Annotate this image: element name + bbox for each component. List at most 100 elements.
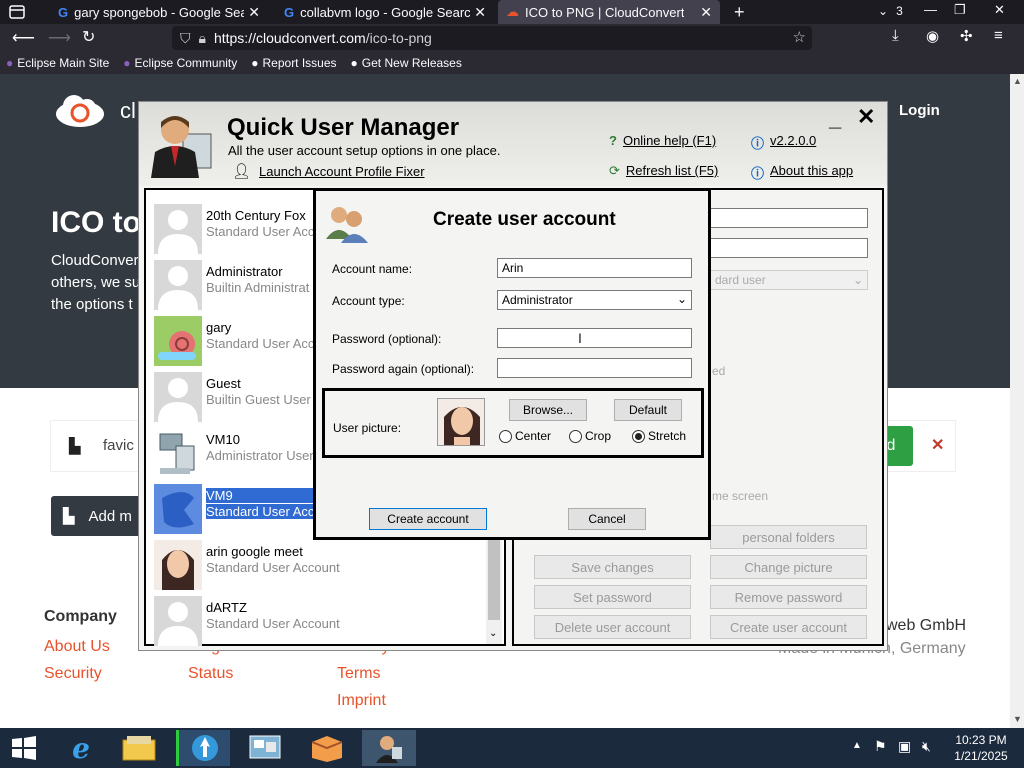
photo-avatar bbox=[154, 540, 202, 590]
footer-terms[interactable]: Terms bbox=[337, 665, 381, 683]
bookmark-report-issues[interactable]: ● Report Issues bbox=[251, 56, 336, 70]
tab-overflow-button[interactable]: ⌄ 3 bbox=[878, 4, 903, 18]
footer-imprint[interactable]: Imprint bbox=[337, 692, 386, 710]
account-icon[interactable]: ◉ bbox=[926, 27, 939, 45]
taskbar-ie[interactable]: e bbox=[54, 730, 108, 766]
remove-file-icon[interactable]: ✕ bbox=[931, 435, 944, 455]
qum-subtitle: All the user account setup options in on… bbox=[228, 143, 501, 158]
archive-icon bbox=[311, 736, 343, 762]
refresh-list-link[interactable]: ⟳ Refresh list (F5) bbox=[609, 163, 718, 179]
network-icon[interactable]: ▣ bbox=[898, 738, 911, 755]
delete-user-account-button[interactable]: Delete user account bbox=[534, 615, 691, 639]
cancel-button[interactable]: Cancel bbox=[568, 508, 646, 530]
taskbar-explorer[interactable] bbox=[112, 730, 166, 766]
online-help-link[interactable]: ? Online help (F1) bbox=[609, 133, 716, 148]
refresh-icon: ⟳ bbox=[609, 163, 620, 178]
personal-folders-button[interactable]: personal folders bbox=[710, 525, 867, 549]
menu-icon[interactable]: ≡ bbox=[994, 27, 1003, 44]
bookmark-get-new-releases[interactable]: ● Get New Releases bbox=[351, 56, 462, 70]
taskbar-control-panel[interactable] bbox=[238, 730, 292, 766]
forward-arrow-icon[interactable]: ⟶ bbox=[48, 28, 71, 48]
list-item-user[interactable]: dARTZ Standard User Account bbox=[154, 594, 489, 648]
taskbar-quick-user-manager[interactable] bbox=[362, 730, 416, 766]
restore-window-button[interactable]: ❐ bbox=[954, 2, 966, 18]
list-item-user[interactable]: arin google meet Standard User Account bbox=[154, 538, 489, 592]
tab-cloudconvert[interactable]: ☁ ICO to PNG | CloudConvert ✕ bbox=[498, 0, 720, 24]
bookmark-star-icon[interactable]: ☆ bbox=[793, 28, 806, 46]
radio-stretch[interactable]: Stretch bbox=[632, 429, 686, 443]
back-arrow-icon[interactable]: ⟵ bbox=[12, 28, 35, 48]
user-picture-label: User picture: bbox=[333, 421, 402, 435]
tab-google-collabvm[interactable]: G collabvm logo - Google Search ✕ bbox=[276, 0, 494, 24]
details-name-field[interactable] bbox=[710, 208, 868, 228]
default-picture-button[interactable]: Default bbox=[614, 399, 682, 421]
chevron-down-icon[interactable]: ⌄ bbox=[489, 628, 497, 639]
clock[interactable]: 10:23 PM 1/21/2025 bbox=[948, 732, 1014, 764]
bookmarks-bar: ● Eclipse Main Site ● Eclipse Community ● R… bbox=[0, 52, 1024, 74]
create-user-account-button[interactable]: Create user account bbox=[710, 615, 867, 639]
users-icon bbox=[324, 203, 370, 243]
google-icon: G bbox=[284, 4, 295, 20]
change-picture-button[interactable]: Change picture bbox=[710, 555, 867, 579]
download-icon[interactable]: ⤓ bbox=[892, 27, 899, 44]
create-account-button[interactable]: Create account bbox=[369, 508, 487, 530]
github-icon: ● bbox=[251, 56, 259, 70]
info-icon: ⓘ bbox=[751, 166, 765, 181]
account-type-select[interactable]: Administrator ⌄ bbox=[497, 290, 692, 310]
password-again-field[interactable] bbox=[497, 358, 692, 378]
new-tab-button[interactable]: + bbox=[734, 2, 745, 23]
set-password-button[interactable]: Set password bbox=[534, 585, 691, 609]
footer-status[interactable]: Status bbox=[188, 665, 233, 683]
volume-muted-icon[interactable]: 🔇︎ bbox=[922, 738, 931, 755]
flag-icon[interactable]: ⚑ bbox=[874, 738, 887, 755]
password-field[interactable] bbox=[497, 328, 692, 348]
details-fullname-field[interactable] bbox=[710, 238, 868, 258]
radio-center[interactable]: Center bbox=[499, 429, 551, 443]
remove-password-button[interactable]: Remove password bbox=[710, 585, 867, 609]
browse-button[interactable]: Browse... bbox=[509, 399, 587, 421]
qum-minimize-button[interactable]: _ bbox=[829, 106, 841, 132]
close-window-button[interactable]: ✕ bbox=[994, 2, 1005, 18]
add-more-files-button[interactable]: ▙ Add m bbox=[51, 496, 151, 536]
close-tab-icon[interactable]: ✕ bbox=[474, 4, 486, 21]
bookmark-eclipse-main[interactable]: ● Eclipse Main Site bbox=[6, 56, 109, 70]
version-link[interactable]: ⓘ v2.2.0.0 bbox=[751, 133, 816, 152]
default-user-avatar bbox=[154, 260, 202, 310]
user-picture-preview bbox=[437, 398, 485, 446]
about-app-link[interactable]: ⓘ About this app bbox=[751, 163, 853, 182]
minimize-window-button[interactable]: — bbox=[924, 2, 937, 17]
password-again-label: Password again (optional): bbox=[332, 362, 475, 376]
scroll-up-icon[interactable]: ▲ bbox=[1013, 76, 1022, 86]
list-scroll-thumb[interactable] bbox=[488, 540, 500, 620]
snail-avatar bbox=[154, 316, 202, 366]
close-tab-icon[interactable]: ✕ bbox=[700, 4, 712, 21]
page-scrollbar[interactable]: ▲ ▼ bbox=[1010, 74, 1024, 728]
taskbar: e ▲ ⚑ ▣ 🔇︎ 10:23 PM 1/21/2025 bbox=[0, 728, 1024, 768]
taskbar-firefox[interactable] bbox=[176, 730, 230, 766]
details-account-type-select[interactable]: dard user ⌄ bbox=[710, 270, 868, 290]
account-name-field[interactable] bbox=[497, 258, 692, 278]
radio-crop[interactable]: Crop bbox=[569, 429, 611, 443]
tab-google-gary[interactable]: G gary spongebob - Google Searc ✕ bbox=[50, 0, 268, 24]
login-link[interactable]: Login bbox=[899, 102, 940, 119]
url-bar[interactable]: ⛉ 🔒︎ https://cloudconvert.com/ico-to-png… bbox=[172, 26, 812, 50]
extensions-icon[interactable]: ✣ bbox=[960, 27, 973, 45]
user-manager-icon bbox=[376, 736, 402, 763]
footer-security[interactable]: Security bbox=[44, 665, 102, 683]
scroll-down-icon[interactable]: ▼ bbox=[1013, 714, 1022, 724]
google-icon: G bbox=[58, 4, 69, 20]
footer-about-us[interactable]: About Us bbox=[44, 638, 110, 656]
bookmark-eclipse-community[interactable]: ● Eclipse Community bbox=[123, 56, 237, 70]
save-changes-button[interactable]: Save changes bbox=[534, 555, 691, 579]
tab-list-icon[interactable] bbox=[8, 4, 26, 20]
show-hidden-icons[interactable]: ▲ bbox=[852, 740, 862, 751]
windows-logo-icon bbox=[12, 736, 36, 760]
launch-fixer-link[interactable]: 👤︎ Launch Account Profile Fixer bbox=[232, 162, 425, 180]
start-button[interactable] bbox=[0, 730, 48, 766]
close-tab-icon[interactable]: ✕ bbox=[248, 4, 260, 21]
reload-icon[interactable]: ↻ bbox=[82, 27, 95, 47]
qum-close-button[interactable]: ✕ bbox=[857, 104, 875, 130]
taskbar-archive[interactable] bbox=[300, 730, 354, 766]
help-icon: ? bbox=[609, 133, 617, 148]
file-name: favic bbox=[103, 437, 134, 454]
